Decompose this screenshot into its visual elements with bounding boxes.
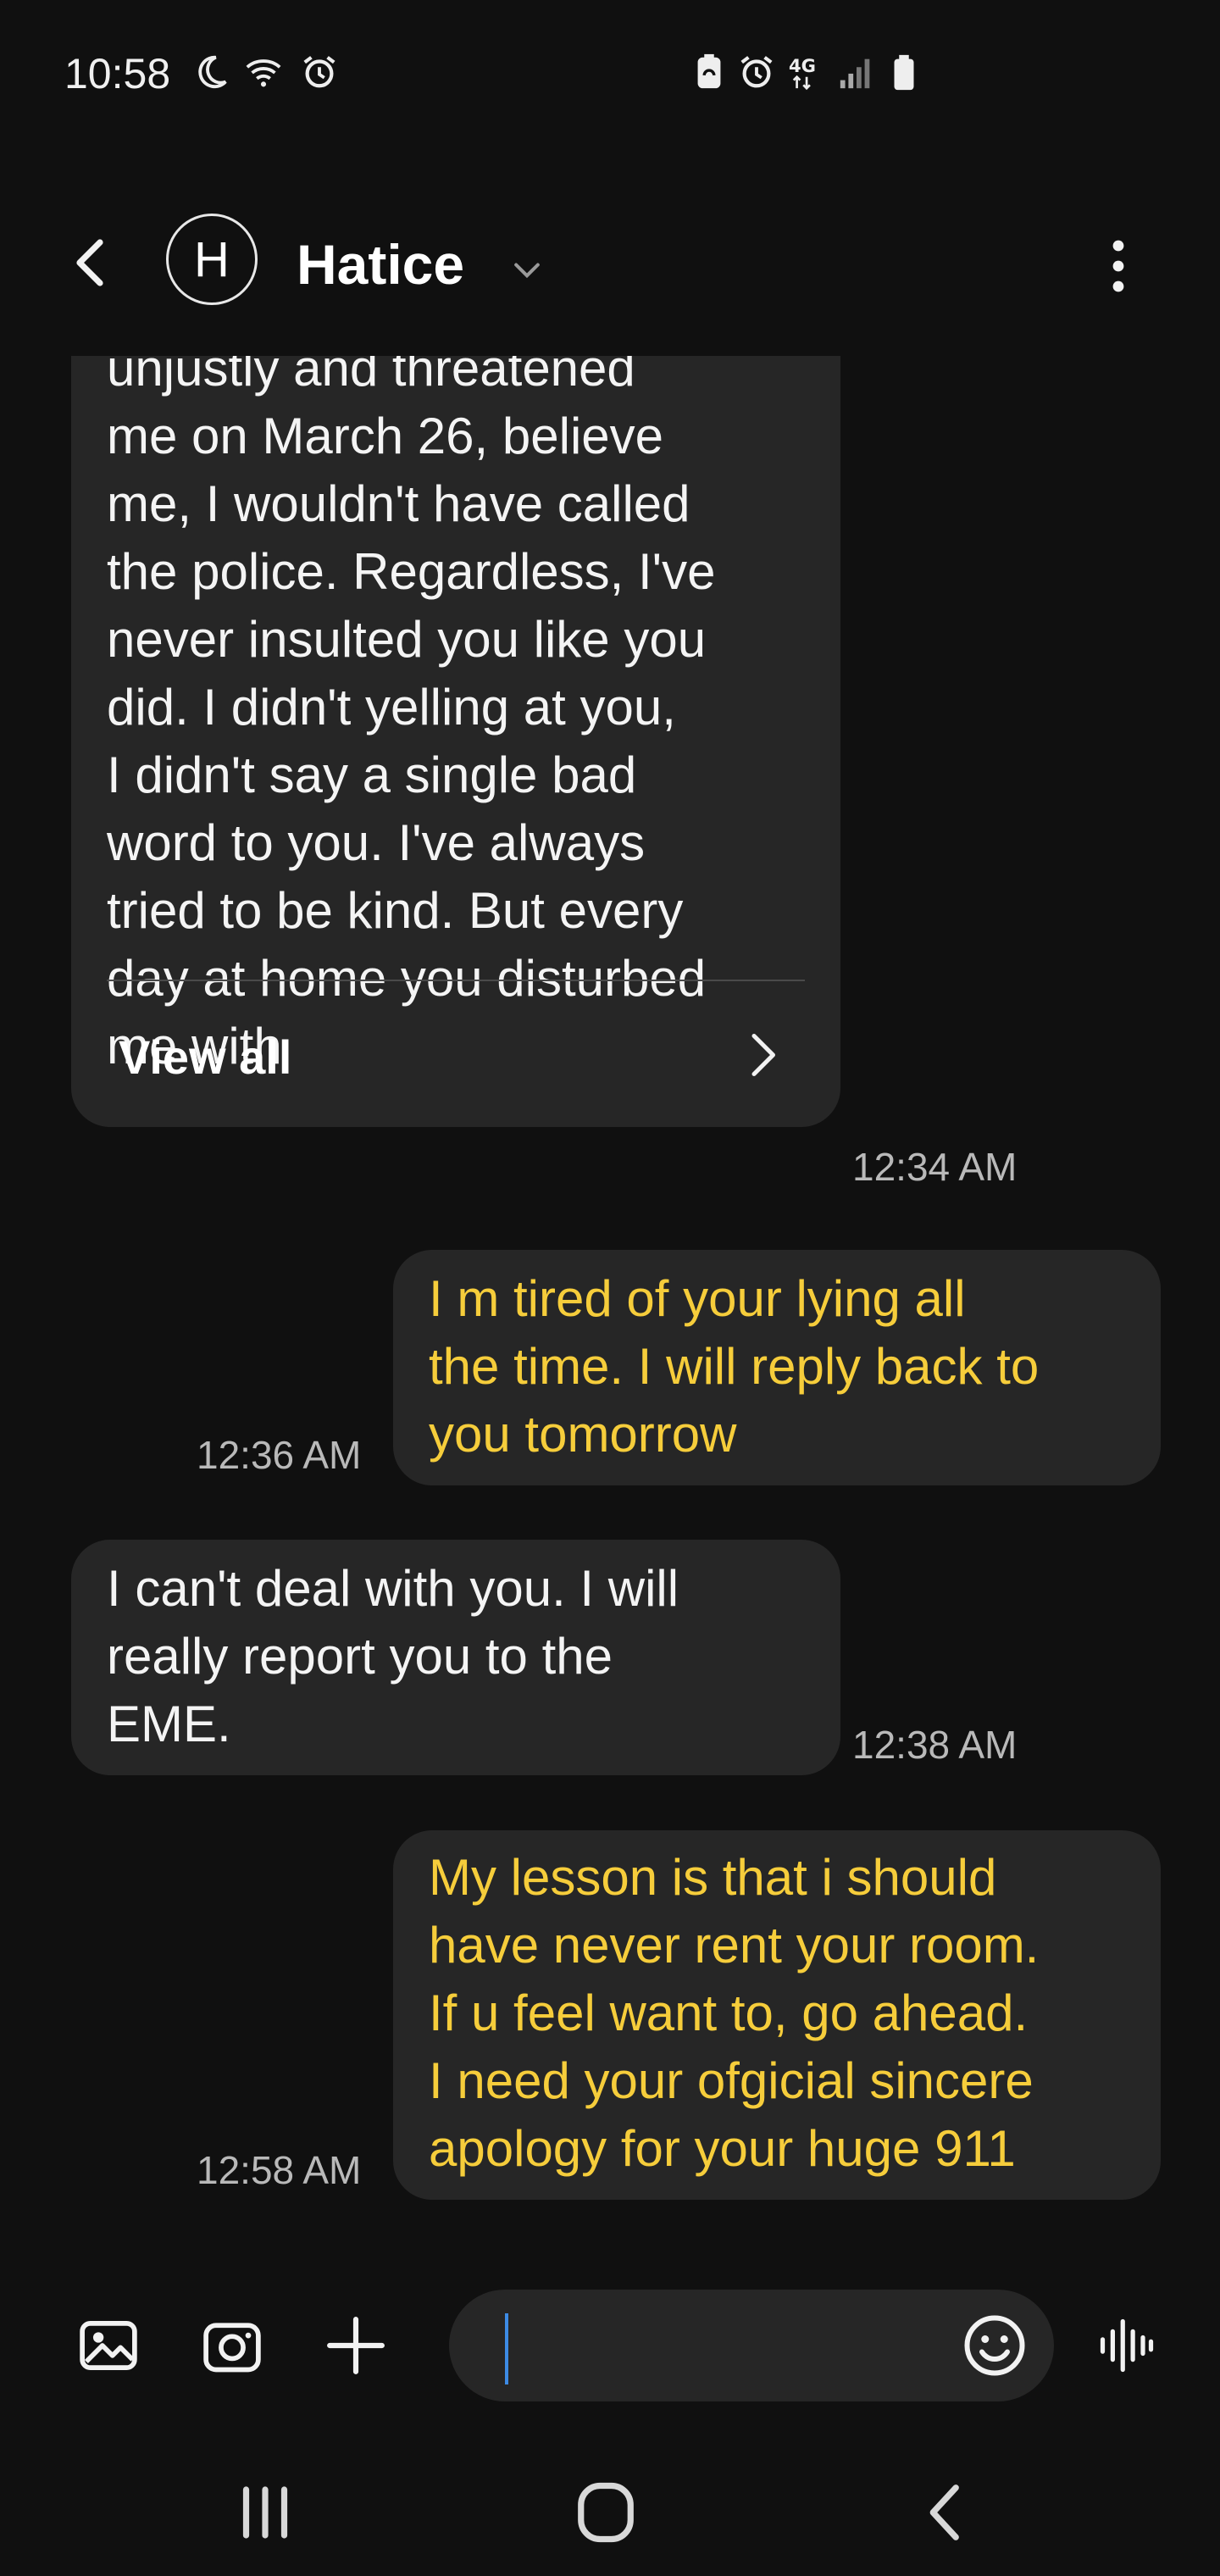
composer-bar [0,2279,1220,2415]
message-line: I can't deal with you. I will [107,1560,679,1617]
message-timestamp: 12:36 AM [197,1433,362,1477]
home-icon[interactable] [568,2474,644,2551]
message-line: My lesson is that i should [429,1849,997,1906]
svg-text:4G: 4G [789,55,816,76]
contact-name[interactable]: Hatice [297,232,464,297]
avatar[interactable]: H [166,214,258,305]
voice-icon[interactable] [1095,2313,1159,2378]
text-cursor [505,2313,508,2384]
message-line: I m tired of your lying all [429,1270,966,1327]
message-line: I need your ofgicial sincere [429,2052,1034,2109]
alarm-icon [737,53,776,92]
view-all-button[interactable]: View all [119,1008,822,1102]
message-text: unjustly and threatened me on March 26, … [107,356,716,1080]
more-options-button[interactable] [1093,232,1144,300]
camera-icon[interactable] [200,2313,264,2378]
battery-saver-icon [690,53,729,92]
message-bubble-incoming[interactable]: unjustly and threatened me on March 26, … [71,356,840,1127]
chevron-left-icon [76,239,103,286]
message-timestamp: 12:34 AM [852,1145,1018,1189]
back-button[interactable] [59,229,127,297]
message-line: me on March 26, believe [107,408,664,464]
message-line: word to you. I've always [107,814,646,871]
navigation-bar [0,2440,1220,2576]
message-line: If u feel want to, go ahead. [429,1985,1029,2041]
plus-icon[interactable] [324,2313,388,2378]
message-line: apology for your huge 911 [429,2120,1016,2177]
chevron-right-icon [737,1025,788,1085]
message-timestamp: 12:58 AM [197,2148,362,2192]
message-line: the police. Regardless, I've [107,543,716,600]
alarm-icon [300,53,339,92]
gallery-icon[interactable] [76,2313,141,2378]
status-bar: 10:58 4G [0,0,1220,144]
status-time: 10:58 [64,50,171,97]
message-line: you tomorrow [429,1406,737,1463]
message-line: did. I didn't yelling at you, [107,679,676,736]
back-icon[interactable] [908,2474,984,2551]
emoji-icon[interactable] [961,2312,1029,2379]
message-bubble-outgoing[interactable]: My lesson is that i should have never re… [393,1830,1161,2200]
wifi-icon [244,53,283,92]
message-line: unjustly and threatened [107,356,635,397]
message-input[interactable] [449,2290,1054,2401]
message-timestamp: 12:38 AM [852,1723,1018,1767]
recent-apps-icon[interactable] [227,2474,303,2551]
signal-icon [837,53,876,92]
conversation-header: H Hatice [0,195,1220,330]
message-line: me, I wouldn't have called [107,475,690,532]
4g-lte-icon: 4G [786,53,830,92]
moon-icon [191,53,230,92]
message-bubble-incoming[interactable]: I can't deal with you. I will really rep… [71,1540,840,1775]
chevron-down-icon[interactable] [508,251,546,288]
more-vertical-icon [1112,240,1124,292]
message-list[interactable]: unjustly and threatened me on March 26, … [0,356,1220,2254]
message-line: really report you to the [107,1628,613,1685]
view-all-label: View all [119,1030,292,1084]
message-line: never insulted you like you [107,611,707,668]
message-line: tried to be kind. But every [107,882,684,939]
divider [107,980,805,981]
message-line: day at home you disturbed [107,950,707,1007]
message-line: the time. I will reply back to [429,1338,1040,1395]
battery-icon [884,53,923,92]
message-bubble-outgoing[interactable]: I m tired of your lying all the time. I … [393,1250,1161,1485]
message-line: EME. [107,1696,231,1752]
message-line: I didn't say a single bad [107,747,637,803]
message-line: have never rent your room. [429,1917,1040,1974]
